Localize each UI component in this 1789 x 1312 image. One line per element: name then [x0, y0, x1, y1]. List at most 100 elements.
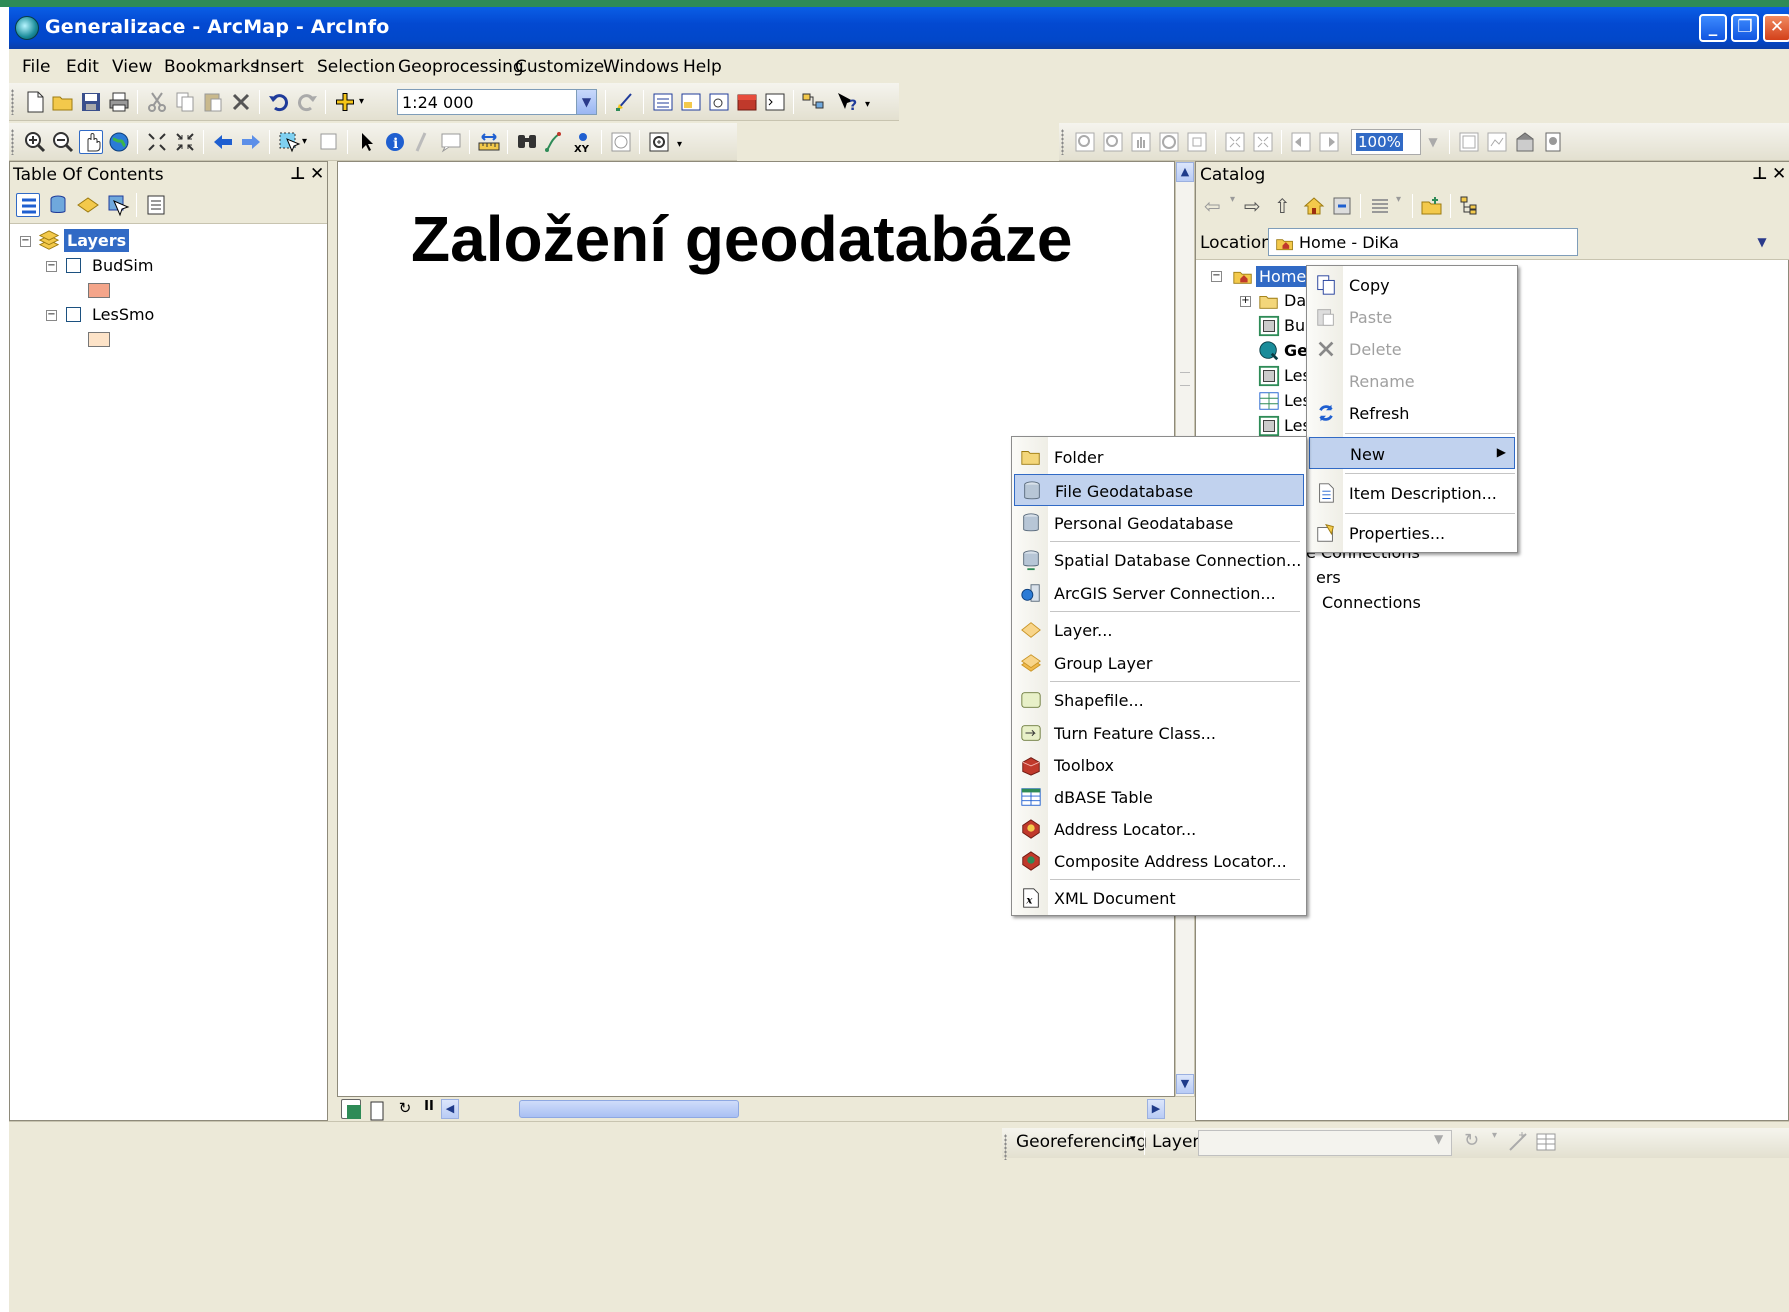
- toolbar-options-icon[interactable]: ▾: [865, 90, 875, 114]
- submenu-item-folder[interactable]: Folder: [1014, 441, 1304, 473]
- layout-zoom-input[interactable]: 100%: [1351, 129, 1421, 155]
- scroll-right-icon[interactable]: ▶: [1147, 1099, 1165, 1119]
- select-elements-icon[interactable]: [355, 130, 379, 154]
- time-slider-icon[interactable]: [609, 130, 633, 154]
- go-back-icon[interactable]: [211, 130, 235, 154]
- map-scale-input[interactable]: 1:24 000 ▼: [397, 89, 597, 115]
- location-dropdown-icon[interactable]: ▼: [1752, 230, 1772, 254]
- undo-icon[interactable]: [267, 90, 291, 114]
- list-by-selection-icon[interactable]: [106, 193, 130, 217]
- data-view-icon[interactable]: [341, 1099, 361, 1119]
- catalog-up-icon[interactable]: ⇧: [1274, 194, 1298, 218]
- layer-name[interactable]: BudSim: [92, 256, 153, 275]
- list-by-source-icon[interactable]: [46, 193, 70, 217]
- open-folder-icon[interactable]: [51, 90, 75, 114]
- list-by-visibility-icon[interactable]: [76, 193, 100, 217]
- toggle-draft-mode-icon[interactable]: [1457, 130, 1481, 154]
- location-input[interactable]: Home - DiKa: [1268, 228, 1578, 256]
- python-window-icon[interactable]: [763, 90, 787, 114]
- menu-item-copy[interactable]: Copy: [1309, 269, 1515, 301]
- layout-fixed-zoom-out-icon[interactable]: [1251, 130, 1275, 154]
- tree-item-gis-servers[interactable]: ers: [1316, 568, 1341, 587]
- submenu-item-layer[interactable]: Layer...: [1014, 614, 1304, 646]
- refresh-view-icon[interactable]: ↻: [395, 1099, 415, 1119]
- layout-go-forward-icon[interactable]: [1317, 130, 1341, 154]
- layer-symbol-swatch[interactable]: [88, 332, 110, 347]
- delete-icon[interactable]: [229, 90, 253, 114]
- layout-zoom-out-icon[interactable]: [1101, 130, 1125, 154]
- new-document-icon[interactable]: [23, 90, 47, 114]
- menu-view[interactable]: View: [112, 57, 152, 77]
- table-of-contents-icon[interactable]: [651, 90, 675, 114]
- zoom-in-icon[interactable]: [23, 130, 47, 154]
- submenu-item-dbase-table[interactable]: dBASE Table: [1014, 781, 1304, 813]
- layer-visibility-checkbox[interactable]: [66, 258, 81, 273]
- add-data-icon[interactable]: [333, 90, 357, 114]
- catalog-home-icon[interactable]: [1302, 194, 1326, 218]
- layer-expander-icon[interactable]: −: [46, 310, 57, 321]
- zoom-whole-page-icon[interactable]: [1157, 130, 1181, 154]
- layer-visibility-checkbox[interactable]: [66, 307, 81, 322]
- cut-icon[interactable]: [145, 90, 169, 114]
- measure-icon[interactable]: [477, 130, 501, 154]
- add-control-points-icon[interactable]: [1506, 1130, 1530, 1154]
- minimize-button[interactable]: _: [1699, 14, 1727, 42]
- scroll-thumb-grip[interactable]: [1180, 372, 1190, 386]
- pan-icon[interactable]: [79, 130, 103, 154]
- toc-close-icon[interactable]: ✕: [310, 164, 324, 184]
- layout-view-icon[interactable]: [365, 1099, 385, 1121]
- layer-symbol-swatch[interactable]: [88, 283, 110, 298]
- georef-layer-dropdown-icon[interactable]: ▼: [1434, 1132, 1443, 1146]
- submenu-item-shapefile[interactable]: Shapefile...: [1014, 684, 1304, 716]
- html-popup-icon[interactable]: [439, 130, 463, 154]
- scroll-left-icon[interactable]: ◀: [441, 1099, 459, 1119]
- print-icon[interactable]: [107, 90, 131, 114]
- link-table-icon[interactable]: [1534, 1130, 1558, 1154]
- menu-bookmarks[interactable]: Bookmarks: [164, 57, 259, 77]
- arctoolbox-icon[interactable]: [735, 90, 759, 114]
- pause-drawing-icon[interactable]: II: [419, 1099, 439, 1119]
- zoom-out-icon[interactable]: [51, 130, 75, 154]
- toolbar-grip[interactable]: [11, 129, 14, 155]
- menu-edit[interactable]: Edit: [66, 57, 99, 77]
- layers-root[interactable]: Layers: [64, 229, 130, 252]
- submenu-item-group-layer[interactable]: Group Layer: [1014, 647, 1304, 679]
- menu-item-rename[interactable]: Rename: [1309, 365, 1515, 397]
- go-to-xy-icon[interactable]: XY: [571, 130, 595, 154]
- georeferencing-dropdown-icon[interactable]: ▾: [1130, 1132, 1136, 1145]
- fixed-zoom-in-icon[interactable]: [145, 130, 169, 154]
- layer-name[interactable]: LesSmo: [92, 305, 154, 324]
- find-icon[interactable]: [515, 130, 539, 154]
- menu-item-delete[interactable]: Delete: [1309, 333, 1515, 365]
- submenu-item-composite-address-locator[interactable]: Composite Address Locator...: [1014, 845, 1304, 877]
- search-window-icon[interactable]: [707, 90, 731, 114]
- submenu-item-personal-geodatabase[interactable]: Personal Geodatabase: [1014, 507, 1304, 539]
- submenu-item-turn-feature-class[interactable]: Turn Feature Class...: [1014, 717, 1304, 749]
- catalog-back-dropdown-icon[interactable]: ▾: [1230, 194, 1240, 218]
- scroll-up-icon[interactable]: ▲: [1176, 162, 1194, 182]
- focus-data-frame-icon[interactable]: [1485, 130, 1509, 154]
- submenu-item-arcgis-server-connection[interactable]: ArcGIS Server Connection...: [1014, 577, 1304, 609]
- submenu-item-address-locator[interactable]: Address Locator...: [1014, 813, 1304, 845]
- select-features-icon[interactable]: [277, 130, 301, 154]
- layout-zoom-in-icon[interactable]: [1073, 130, 1097, 154]
- tree-expander-icon[interactable]: +: [1240, 296, 1251, 307]
- modelbuilder-icon[interactable]: [801, 90, 825, 114]
- tree-expander-icon[interactable]: −: [1211, 271, 1222, 282]
- menu-item-item-description[interactable]: Item Description...: [1309, 477, 1515, 509]
- catalog-views-icon[interactable]: [1368, 194, 1392, 218]
- submenu-item-toolbox[interactable]: Toolbox: [1014, 749, 1304, 781]
- catalog-tree-view-icon[interactable]: [1458, 194, 1482, 218]
- menu-insert[interactable]: Insert: [255, 57, 304, 77]
- layout-pan-icon[interactable]: [1129, 130, 1153, 154]
- menu-windows[interactable]: Windows: [603, 57, 679, 77]
- toolbar-grip[interactable]: [1061, 129, 1064, 155]
- georeferencing-menu[interactable]: Georeferencing: [1016, 1132, 1147, 1152]
- menu-file[interactable]: File: [22, 57, 50, 77]
- identify-icon[interactable]: i: [383, 130, 407, 154]
- close-button[interactable]: ✕: [1763, 14, 1789, 42]
- paste-icon[interactable]: [201, 90, 225, 114]
- map-horizontal-scroll-thumb[interactable]: [519, 1100, 739, 1118]
- layout-fixed-zoom-in-icon[interactable]: [1223, 130, 1247, 154]
- menu-customize[interactable]: Customize: [515, 57, 604, 77]
